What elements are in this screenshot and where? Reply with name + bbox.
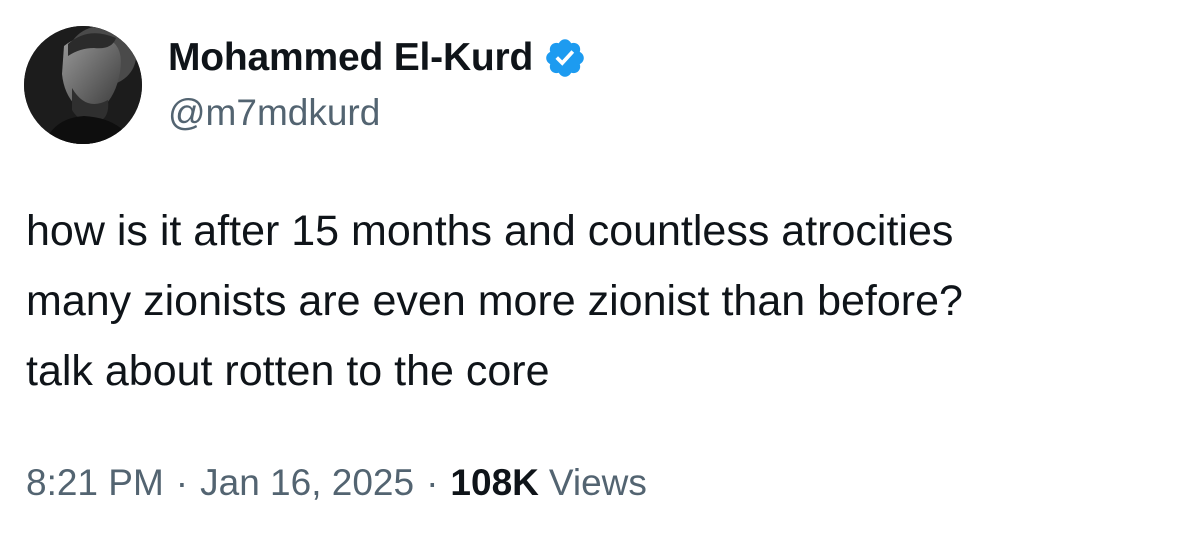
meta-separator: · — [426, 462, 439, 503]
avatar-image — [24, 26, 142, 144]
author-handle[interactable]: @m7mdkurd — [168, 92, 380, 134]
tweet-text-line: many zionists are even more zionist than… — [26, 277, 963, 325]
views-count: 108K — [450, 462, 539, 503]
author-display-name[interactable]: Mohammed El-Kurd — [168, 36, 533, 80]
avatar[interactable] — [24, 26, 142, 144]
tweet-card: Mohammed El-Kurd @m7mdkurd how is it aft… — [0, 0, 1200, 549]
author-name-row: Mohammed El-Kurd — [168, 34, 587, 82]
tweet-text-line: talk about rotten to the core — [26, 347, 550, 395]
views-label: Views — [548, 462, 647, 503]
tweet-meta: 8:21 PM · Jan 16, 2025 · 108K Views — [26, 462, 647, 504]
tweet-timestamp-date[interactable]: Jan 16, 2025 — [200, 462, 414, 504]
meta-separator: · — [175, 462, 189, 503]
tweet-timestamp-time[interactable]: 8:21 PM — [26, 462, 164, 504]
verified-badge-icon[interactable] — [543, 36, 587, 80]
tweet-text-line: how is it after 15 months and countless … — [26, 207, 954, 255]
tweet-text: how is it after 15 months and countless … — [26, 196, 1186, 406]
